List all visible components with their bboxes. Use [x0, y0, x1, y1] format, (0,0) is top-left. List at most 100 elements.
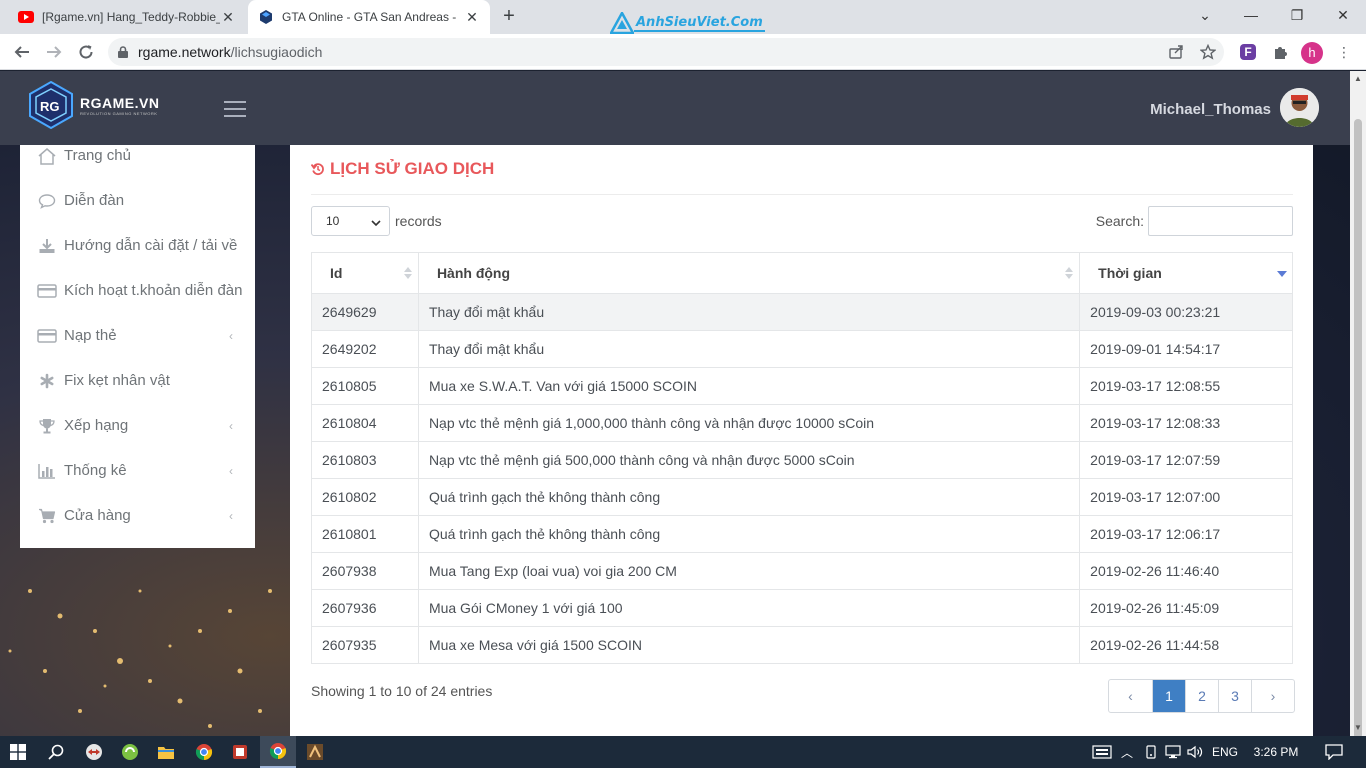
volume-icon[interactable] — [1184, 745, 1206, 759]
pagination-page-2[interactable]: 2 — [1185, 680, 1218, 712]
cell-id: 2649202 — [311, 330, 419, 368]
app-icon-teamviewer[interactable] — [76, 736, 112, 768]
file-explorer-icon[interactable] — [148, 736, 184, 768]
sidebar-item-label: Diễn đàn — [64, 192, 125, 209]
windows-taskbar: ︿ ENG 3:26 PM — [0, 736, 1366, 768]
search-icon[interactable] — [38, 736, 74, 768]
forward-arrow-icon[interactable] — [41, 39, 67, 65]
language-indicator[interactable]: ENG — [1206, 745, 1244, 759]
sidebar-item-forum[interactable]: Diễn đàn — [20, 178, 255, 223]
youtube-icon — [18, 9, 34, 25]
keyboard-icon[interactable] — [1090, 745, 1114, 759]
address-bar[interactable]: rgame.network/lichsugiaodich — [108, 38, 1224, 66]
cell-time: 2019-03-17 12:07:00 — [1079, 478, 1293, 516]
watermark: AnhSieuViet.Com — [610, 12, 765, 34]
url-host: rgame.network — [138, 44, 231, 60]
comment-icon — [36, 193, 58, 209]
pagination-prev-button[interactable]: ‹ — [1109, 680, 1152, 712]
transaction-history-panel: LỊCH SỬ GIAO DỊCH 10 records Search: Id — [290, 145, 1313, 736]
bookmark-star-icon[interactable] — [1198, 42, 1218, 62]
table-row: 2649629 Thay đổi mật khẩu 2019-09-03 00:23… — [311, 293, 1293, 331]
tab-search-chevron-icon[interactable]: ⌄ — [1182, 0, 1228, 30]
sort-icon — [1065, 267, 1074, 279]
pagination-page-1[interactable]: 1 — [1152, 680, 1185, 712]
table-row: 2607935 Mua xe Mesa với giá 1500 SCOIN 201… — [311, 626, 1293, 664]
sidebar-item-activate-account[interactable]: Kích hoạt t.khoản diễn đàn — [20, 268, 255, 313]
share-icon[interactable] — [1166, 42, 1186, 62]
pagination-next-button[interactable]: › — [1251, 680, 1294, 712]
sidebar-item-shop[interactable]: Cửa hàng ‹ — [20, 493, 255, 538]
sidebar-item-label: Fix kẹt nhân vật — [64, 372, 170, 389]
sidebar-item-label: Thống kê — [64, 462, 127, 479]
pagination: ‹ 1 2 3 › — [1108, 679, 1295, 713]
sidebar-item-label: Cửa hàng — [64, 507, 131, 524]
sidebar-item-statistics[interactable]: Thống kê ‹ — [20, 448, 255, 493]
column-header-time[interactable]: Thời gian — [1079, 252, 1293, 294]
device-icon[interactable] — [1140, 745, 1162, 759]
chevron-down-icon — [371, 216, 381, 230]
app-icon-gta[interactable] — [297, 736, 333, 768]
cell-time: 2019-03-17 12:08:55 — [1079, 367, 1293, 405]
window-close-icon[interactable]: ✕ — [1320, 0, 1366, 30]
scrollbar-thumb[interactable] — [1354, 119, 1362, 739]
user-avatar[interactable] — [1280, 88, 1319, 127]
scroll-up-arrow-icon[interactable]: ▲ — [1354, 74, 1362, 83]
hamburger-menu-icon[interactable] — [224, 101, 246, 122]
tab-close-icon[interactable]: ✕ — [464, 9, 480, 26]
sidebar-item-install-guide[interactable]: Hướng dẫn cài đặt / tải về — [20, 223, 255, 268]
sort-icon — [403, 267, 412, 279]
page-scrollbar[interactable]: ▲ ▼ — [1350, 71, 1366, 739]
url-text: rgame.network/lichsugiaodich — [138, 44, 322, 60]
chrome-active-icon[interactable] — [260, 736, 296, 768]
restore-icon[interactable]: ❐ — [1274, 0, 1320, 30]
cell-action: Quá trình gạch thẻ không thành công — [417, 478, 1081, 516]
windows-start-icon[interactable] — [0, 736, 36, 768]
notification-icon[interactable] — [1316, 736, 1352, 768]
records-per-page-select[interactable]: 10 — [311, 206, 390, 236]
scroll-down-arrow-icon[interactable]: ▼ — [1354, 723, 1362, 732]
sidebar-item-label: Kích hoạt t.khoản diễn đàn — [64, 282, 243, 299]
network-icon[interactable] — [1162, 745, 1184, 759]
sidebar-item-topup[interactable]: Nạp thẻ ‹ — [20, 313, 255, 358]
minimize-icon[interactable]: — — [1228, 0, 1274, 30]
watermark-text: AnhSieuViet.Com — [634, 14, 765, 32]
site-logo[interactable]: RG RGAME.VN REVOLUTION GAMING NETWORK — [28, 81, 159, 129]
search-input[interactable] — [1148, 206, 1293, 236]
cell-action: Mua xe S.W.A.T. Van với giá 15000 SCOIN — [417, 367, 1081, 405]
column-header-id[interactable]: Id — [311, 252, 419, 294]
column-header-action[interactable]: Hành động — [417, 252, 1081, 294]
table-row: 2610805 Mua xe S.W.A.T. Van với giá 15000… — [311, 367, 1293, 405]
sidebar-item-label: Trang chủ — [64, 147, 131, 164]
extension-f-icon[interactable]: F — [1240, 44, 1256, 60]
clock[interactable]: 3:26 PM — [1244, 745, 1308, 759]
browser-tab-gta[interactable]: GTA Online - GTA San Andreas - ✕ — [248, 0, 490, 34]
cell-action: Thay đổi mật khẩu — [417, 330, 1081, 368]
new-tab-button[interactable]: + — [498, 6, 520, 28]
cell-action: Thay đổi mật khẩu — [417, 293, 1081, 331]
cell-time: 2019-03-17 12:08:33 — [1079, 404, 1293, 442]
brand-tagline: REVOLUTION GAMING NETWORK — [80, 110, 158, 116]
chrome-icon[interactable] — [186, 736, 222, 768]
app-icon-green[interactable] — [112, 736, 148, 768]
tab-close-icon[interactable]: ✕ — [220, 9, 236, 26]
app-icon-game[interactable] — [222, 736, 258, 768]
username[interactable]: Michael_Thomas — [1150, 101, 1271, 118]
tray-chevron-up-icon[interactable]: ︿ — [1114, 744, 1140, 761]
tab-title: [Rgame.vn] Hang_Teddy-Robbie_ — [42, 10, 220, 24]
profile-avatar[interactable]: h — [1301, 42, 1323, 64]
cell-time: 2019-02-26 11:44:58 — [1079, 626, 1293, 664]
menu-dots-icon[interactable]: ⋮ — [1334, 42, 1354, 62]
cell-time: 2019-03-17 12:07:59 — [1079, 441, 1293, 479]
browser-tab-youtube[interactable]: [Rgame.vn] Hang_Teddy-Robbie_ ✕ — [8, 0, 246, 34]
sidebar-item-home[interactable]: Trang chủ — [20, 133, 255, 178]
back-arrow-icon[interactable] — [9, 39, 35, 65]
cell-time: 2019-02-26 11:46:40 — [1079, 552, 1293, 590]
sidebar-item-fix-character[interactable]: Fix kẹt nhân vật — [20, 358, 255, 403]
sidebar-item-label: Xếp hạng — [64, 417, 129, 434]
chevron-left-icon: ‹ — [229, 463, 233, 478]
cell-action: Quá trình gạch thẻ không thành công — [417, 515, 1081, 553]
sidebar-item-ranking[interactable]: Xếp hạng ‹ — [20, 403, 255, 448]
extensions-puzzle-icon[interactable] — [1270, 42, 1290, 62]
reload-icon[interactable] — [73, 39, 99, 65]
pagination-page-3[interactable]: 3 — [1218, 680, 1251, 712]
